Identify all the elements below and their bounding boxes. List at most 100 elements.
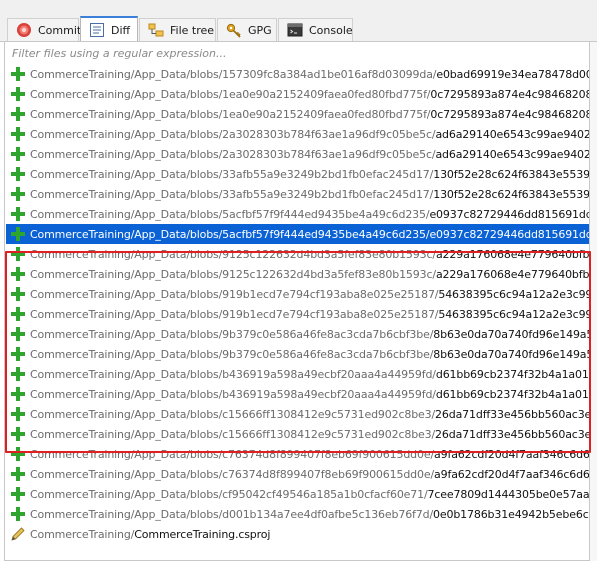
file-directory: CommerceTraining/App_Data/blobs/33afb55a…	[30, 187, 434, 201]
file-directory: CommerceTraining/App_Data/blobs/5acfbf57…	[30, 227, 430, 241]
added-plus-icon	[10, 326, 26, 342]
file-row[interactable]: CommerceTraining/App_Data/blobs/c15666ff…	[6, 424, 589, 444]
tab-bar: Commit Diff File tree GPG Console	[0, 0, 597, 42]
file-path: CommerceTraining/App_Data/blobs/9125c122…	[30, 268, 589, 281]
added-plus-icon	[10, 346, 26, 362]
file-path: CommerceTraining/App_Data/blobs/c76374d8…	[30, 448, 589, 461]
tab-diff[interactable]: Diff	[80, 16, 138, 42]
file-directory: CommerceTraining/App_Data/blobs/9125c122…	[30, 247, 436, 261]
tab-gpg-label: GPG	[248, 23, 272, 37]
file-name: 54638395c6c94a12a2e3c996f409fb18.jp	[438, 287, 589, 301]
file-row[interactable]: CommerceTraining/App_Data/blobs/c76374d8…	[6, 444, 589, 464]
file-row[interactable]: CommerceTraining/App_Data/blobs/d001b134…	[6, 504, 589, 524]
file-row[interactable]: CommerceTraining/App_Data/blobs/919b1ecd…	[6, 304, 589, 324]
file-path: CommerceTraining/App_Data/blobs/b436919a…	[30, 368, 589, 381]
file-directory: CommerceTraining/App_Data/blobs/2a302830…	[30, 147, 436, 161]
file-row[interactable]: CommerceTraining/App_Data/blobs/2a302830…	[6, 144, 589, 164]
added-plus-icon	[10, 486, 26, 502]
file-name: 8b63e0da70a740fd96e149a57aeafb41_T	[433, 347, 589, 361]
file-name: e0937c82729446dd815691ddcb7b952a.JI	[429, 207, 589, 221]
added-plus-icon	[10, 366, 26, 382]
file-row[interactable]: CommerceTraining/CommerceTraining.csproj	[6, 524, 589, 544]
added-plus-icon	[10, 126, 26, 142]
file-directory: CommerceTraining/App_Data/blobs/157309fc…	[30, 67, 437, 81]
file-name: 54638395c6c94a12a2e3c996f409fb18_T	[438, 307, 589, 321]
file-path: CommerceTraining/App_Data/blobs/5acfbf57…	[30, 228, 589, 241]
file-row[interactable]: CommerceTraining/App_Data/blobs/919b1ecd…	[6, 284, 589, 304]
file-directory: CommerceTraining/App_Data/blobs/2a302830…	[30, 127, 436, 141]
file-path: CommerceTraining/App_Data/blobs/2a302830…	[30, 128, 589, 141]
file-directory: CommerceTraining/App_Data/blobs/33afb55a…	[30, 167, 434, 181]
tab-gpg[interactable]: GPG	[217, 18, 277, 41]
file-name: e0bad69919e34ea78478d001ece61abe_	[436, 67, 589, 81]
file-directory: CommerceTraining/App_Data/blobs/c76374d8…	[30, 467, 435, 481]
file-directory: CommerceTraining/App_Data/blobs/919b1ecd…	[30, 307, 439, 321]
panel-right-edge	[590, 42, 597, 561]
added-plus-icon	[10, 86, 26, 102]
key-icon	[226, 22, 242, 38]
commit-icon	[16, 22, 32, 38]
file-row[interactable]: CommerceTraining/App_Data/blobs/5acfbf57…	[6, 224, 589, 244]
file-path: CommerceTraining/CommerceTraining.csproj	[30, 528, 270, 541]
file-row[interactable]: CommerceTraining/App_Data/blobs/cf95042c…	[6, 484, 589, 504]
file-name: ad6a29140e6543c99ae9402d33106bdb_	[435, 147, 589, 161]
file-row[interactable]: CommerceTraining/App_Data/blobs/1ea0e90a…	[6, 104, 589, 124]
file-row[interactable]: CommerceTraining/App_Data/blobs/9b379c0e…	[6, 344, 589, 364]
file-path: CommerceTraining/App_Data/blobs/c15666ff…	[30, 428, 589, 441]
file-row[interactable]: CommerceTraining/App_Data/blobs/5acfbf57…	[6, 204, 589, 224]
file-name: a229a176068e4e779640bfb9977f1be1.JI	[435, 247, 589, 261]
file-directory: CommerceTraining/App_Data/blobs/b436919a…	[30, 367, 436, 381]
file-row[interactable]: CommerceTraining/App_Data/blobs/2a302830…	[6, 124, 589, 144]
file-row[interactable]: CommerceTraining/App_Data/blobs/c15666ff…	[6, 404, 589, 424]
file-path: CommerceTraining/App_Data/blobs/9125c122…	[30, 248, 589, 261]
file-row[interactable]: CommerceTraining/App_Data/blobs/33afb55a…	[6, 184, 589, 204]
file-path: CommerceTraining/App_Data/blobs/919b1ecd…	[30, 288, 589, 301]
file-name: a9fa62cdf20d4f7aaf346c6d6567bdc9.jpc	[434, 447, 589, 461]
tab-console[interactable]: Console	[278, 18, 353, 41]
file-name: 130f52e28c624f63843e55398b4663c9_T	[433, 187, 589, 201]
file-name: e0937c82729446dd815691ddcb7b952a_T	[429, 227, 589, 241]
added-plus-icon	[10, 166, 26, 182]
added-plus-icon	[10, 506, 26, 522]
file-directory: CommerceTraining/App_Data/blobs/9125c122…	[30, 267, 436, 281]
file-row[interactable]: CommerceTraining/App_Data/blobs/1ea0e90a…	[6, 84, 589, 104]
added-plus-icon	[10, 446, 26, 462]
file-path: CommerceTraining/App_Data/blobs/b436919a…	[30, 388, 589, 401]
added-plus-icon	[10, 406, 26, 422]
tab-file-tree[interactable]: File tree	[139, 18, 216, 41]
file-name: a229a176068e4e779640bfb9977f1be1_T	[435, 267, 589, 281]
filter-files-input[interactable]	[6, 44, 588, 62]
tab-commit-label: Commit	[38, 23, 82, 37]
file-directory: CommerceTraining/App_Data/blobs/9b379c0e…	[30, 327, 434, 341]
modified-pencil-icon	[10, 526, 26, 542]
file-path: CommerceTraining/App_Data/blobs/5acfbf57…	[30, 208, 589, 221]
added-plus-icon	[10, 146, 26, 162]
file-path: CommerceTraining/App_Data/blobs/1ea0e90a…	[30, 88, 589, 101]
file-directory: CommerceTraining/App_Data/blobs/c15666ff…	[30, 427, 436, 441]
file-name: d61bb69cb2374f32b4a1a01a0ecde5b4_	[435, 387, 589, 401]
tab-console-label: Console	[309, 23, 353, 37]
added-plus-icon	[10, 186, 26, 202]
file-directory: CommerceTraining/App_Data/blobs/1ea0e90a…	[30, 107, 431, 121]
file-path: CommerceTraining/App_Data/blobs/919b1ecd…	[30, 308, 589, 321]
file-row[interactable]: CommerceTraining/App_Data/blobs/33afb55a…	[6, 164, 589, 184]
file-row[interactable]: CommerceTraining/App_Data/blobs/157309fc…	[6, 64, 589, 84]
console-icon	[287, 22, 303, 38]
file-path: CommerceTraining/App_Data/blobs/2a302830…	[30, 148, 589, 161]
file-row[interactable]: CommerceTraining/App_Data/blobs/b436919a…	[6, 364, 589, 384]
file-row[interactable]: CommerceTraining/App_Data/blobs/c76374d8…	[6, 464, 589, 484]
tab-commit[interactable]: Commit	[7, 18, 82, 41]
file-name: 0e0b1786b31e4942b5ebe6ce288f5008_T	[433, 507, 589, 521]
file-row[interactable]: CommerceTraining/App_Data/blobs/9125c122…	[6, 244, 589, 264]
file-name: 0c7295893a874e4c9846820869e77bc2_T	[430, 107, 589, 121]
file-name: d61bb69cb2374f32b4a1a01a0ecde5b4.jp	[435, 367, 589, 381]
file-directory: CommerceTraining/App_Data/blobs/5acfbf57…	[30, 207, 430, 221]
added-plus-icon	[10, 226, 26, 242]
file-directory: CommerceTraining/App_Data/blobs/c15666ff…	[30, 407, 436, 421]
file-row[interactable]: CommerceTraining/App_Data/blobs/9125c122…	[6, 264, 589, 284]
file-directory: CommerceTraining/App_Data/blobs/cf95042c…	[30, 487, 428, 501]
file-row[interactable]: CommerceTraining/App_Data/blobs/b436919a…	[6, 384, 589, 404]
file-name: 7cee7809d1444305be0e57aafd5bf469_Th	[427, 487, 589, 501]
file-path: CommerceTraining/App_Data/blobs/c76374d8…	[30, 468, 589, 481]
file-row[interactable]: CommerceTraining/App_Data/blobs/9b379c0e…	[6, 324, 589, 344]
